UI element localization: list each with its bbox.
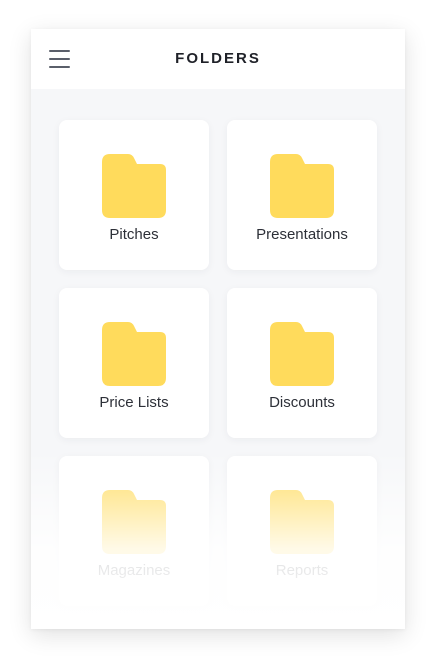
- folder-label: Price Lists: [99, 394, 169, 411]
- folder-card-magazines[interactable]: Magazines: [59, 456, 209, 606]
- folder-card-presentations[interactable]: Presentations: [227, 120, 377, 270]
- folder-label: Presentations: [256, 226, 348, 243]
- folder-icon: [270, 322, 334, 386]
- folder-card-price-lists[interactable]: Price Lists: [59, 288, 209, 438]
- folder-label: Magazines: [97, 562, 171, 579]
- folder-card-pitches[interactable]: Pitches: [59, 120, 209, 270]
- folder-label: Discounts: [269, 394, 335, 411]
- folder-label: Pitches: [109, 226, 159, 243]
- folder-card-discounts[interactable]: Discounts: [227, 288, 377, 438]
- app-screen: FOLDERS Pitches Presentations Price List…: [31, 29, 405, 629]
- folder-icon: [270, 154, 334, 218]
- folder-icon: [102, 490, 166, 554]
- folder-card-reports[interactable]: Reports: [227, 456, 377, 606]
- folder-icon: [102, 322, 166, 386]
- folder-icon: [270, 490, 334, 554]
- app-header: FOLDERS: [31, 29, 405, 89]
- folder-icon: [102, 154, 166, 218]
- folder-label: Reports: [275, 562, 329, 579]
- page-title: FOLDERS: [175, 50, 261, 67]
